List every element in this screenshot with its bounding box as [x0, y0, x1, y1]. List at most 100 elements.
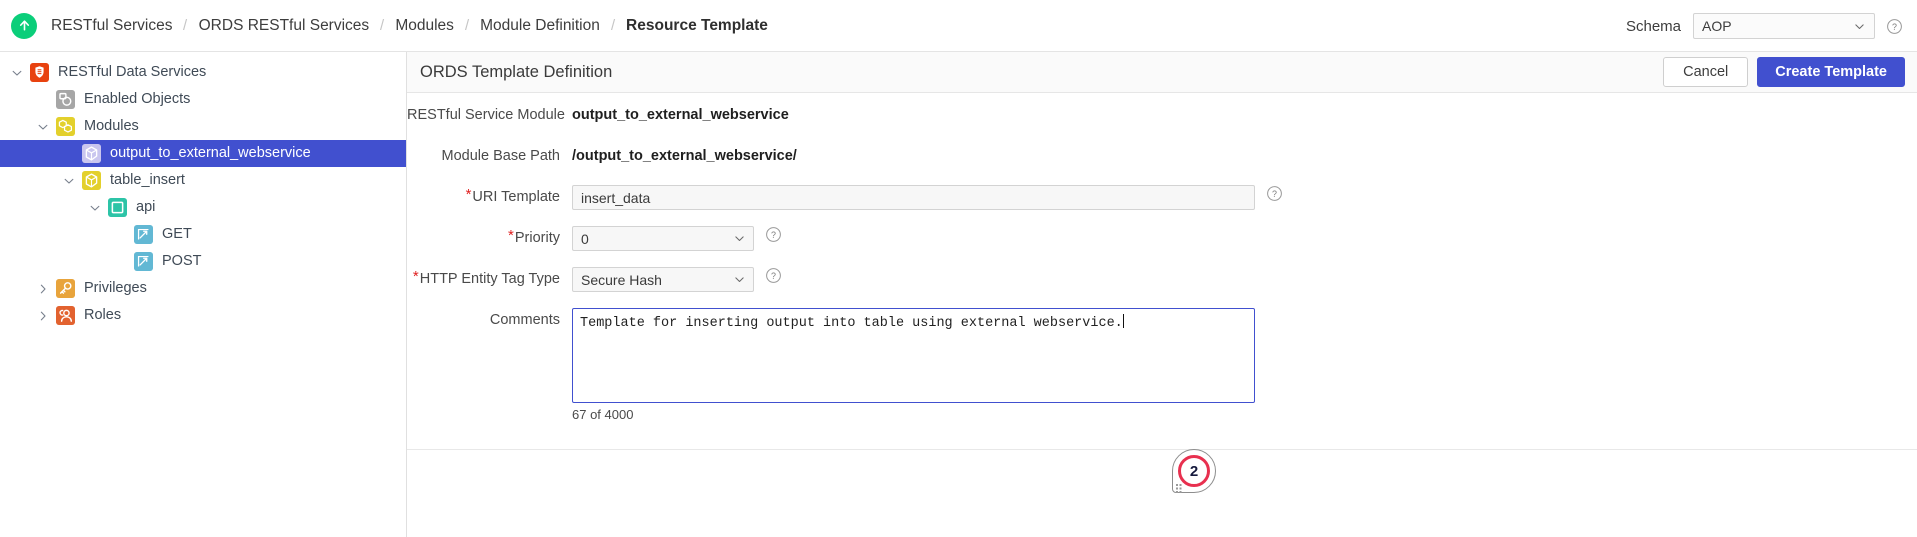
- module-cube-icon: [82, 171, 101, 190]
- breadcrumb-separator: \: [183, 17, 188, 34]
- annotation-marker-2[interactable]: 2: [1172, 449, 1216, 493]
- form-row-http-entity-tag-type: *HTTP Entity Tag Type Secure Hash ?: [407, 267, 1917, 308]
- tree-item-label: table_insert: [110, 172, 185, 189]
- help-circle-icon[interactable]: ?: [1266, 185, 1283, 202]
- ords-template-form: RESTful Service Module output_to_externa…: [407, 93, 1917, 450]
- priority-select-value: 0: [581, 230, 589, 247]
- help-circle-icon[interactable]: ?: [765, 226, 782, 243]
- breadcrumb-item-1[interactable]: ORDS RESTful Services: [197, 17, 372, 35]
- breadcrumb-item-3[interactable]: Module Definition: [478, 17, 602, 35]
- schema-select[interactable]: AOP: [1693, 13, 1875, 39]
- character-counter: 67 of 4000: [572, 407, 634, 422]
- required-asterisk: *: [412, 268, 419, 285]
- help-circle-icon[interactable]: ?: [1886, 18, 1903, 35]
- create-template-button[interactable]: Create Template: [1757, 57, 1905, 87]
- restful-data-services-icon: [30, 63, 49, 82]
- http-entity-tag-type-select[interactable]: Secure Hash: [572, 267, 754, 292]
- enabled-objects-icon: [56, 90, 75, 109]
- roles-icon: [56, 306, 75, 325]
- tree-item-roles[interactable]: Roles: [0, 302, 406, 329]
- chevron-down-icon[interactable]: [62, 174, 76, 188]
- tree-item-modules[interactable]: Modules: [0, 113, 406, 140]
- http-entity-tag-type-label: *HTTP Entity Tag Type: [407, 267, 572, 287]
- chevron-down-icon: [733, 232, 746, 245]
- tree-item-enabled-objects[interactable]: Enabled Objects: [0, 86, 406, 113]
- breadcrumb: RESTful Services \ ORDS RESTful Services…: [11, 0, 770, 51]
- chevron-down-icon[interactable]: [36, 120, 50, 134]
- restful-service-module-label: RESTful Service Module: [407, 107, 565, 123]
- navigation-tree[interactable]: RESTful Data Services Enabled Objects Modu…: [0, 52, 407, 537]
- tree-item-label: output_to_external_webservice: [110, 145, 311, 162]
- form-row-comments: Comments Template for inserting output i…: [407, 308, 1917, 422]
- svg-text:?: ?: [1892, 22, 1897, 32]
- tree-item-get[interactable]: GET: [0, 221, 406, 248]
- tree-item-label: POST: [162, 253, 202, 270]
- tree-item-label: GET: [162, 226, 192, 243]
- form-divider: [407, 449, 1917, 450]
- resource-template-icon: [108, 198, 127, 217]
- module-base-path-value: /output_to_external_webservice/: [572, 148, 797, 164]
- chevron-down-icon[interactable]: [10, 66, 24, 80]
- schema-label: Schema: [1625, 17, 1681, 35]
- module-base-path-label: Module Base Path: [441, 148, 561, 164]
- tree-item-output-to-external-webservice[interactable]: output_to_external_webservice: [0, 140, 406, 167]
- module-cube-icon: [82, 144, 101, 163]
- form-row-restful-service-module: RESTful Service Module output_to_externa…: [407, 103, 1917, 144]
- form-row-uri-template: *URI Template insert_data ?: [407, 185, 1917, 226]
- uri-template-input-value: insert_data: [581, 189, 651, 206]
- main-panel: ORDS Template Definition Cancel Create T…: [407, 52, 1917, 537]
- schema-select-value: AOP: [1702, 18, 1732, 34]
- chevron-right-icon[interactable]: [36, 282, 50, 296]
- tree-item-label: Enabled Objects: [84, 91, 191, 108]
- restful-service-module-value: output_to_external_webservice: [572, 107, 789, 123]
- comments-text: Template for inserting output into table…: [580, 316, 1123, 331]
- key-icon: [56, 279, 75, 298]
- priority-label: *Priority: [407, 226, 572, 246]
- modules-icon: [56, 117, 75, 136]
- uri-template-label: *URI Template: [407, 185, 572, 205]
- breadcrumb-item-current: Resource Template: [626, 16, 768, 34]
- priority-label-text: Priority: [514, 230, 560, 246]
- svg-text:?: ?: [771, 230, 776, 240]
- tree-item-table-insert[interactable]: table_insert: [0, 167, 406, 194]
- svg-text:?: ?: [1272, 189, 1277, 199]
- chevron-down-icon: [1853, 20, 1866, 33]
- breadcrumb-item-0[interactable]: RESTful Services: [49, 17, 174, 35]
- form-row-priority: *Priority 0 ?: [407, 226, 1917, 267]
- schema-selector-group: Schema AOP ?: [1626, 0, 1903, 52]
- uri-template-label-text: URI Template: [472, 189, 560, 205]
- required-asterisk: *: [508, 227, 514, 244]
- up-arrow-circle-icon[interactable]: [11, 12, 37, 39]
- tree-item-post[interactable]: POST: [0, 248, 406, 275]
- required-asterisk: *: [465, 186, 472, 203]
- form-row-module-base-path: Module Base Path /output_to_external_web…: [407, 144, 1917, 185]
- comments-field-wrap: Template for inserting output into table…: [572, 308, 1255, 422]
- chevron-right-icon[interactable]: [36, 309, 50, 323]
- tree-item-label: Modules: [84, 118, 139, 135]
- text-caret: [1122, 314, 1124, 328]
- panel-actions: Cancel Create Template: [1663, 57, 1905, 87]
- priority-select[interactable]: 0: [572, 226, 754, 251]
- svg-text:?: ?: [771, 271, 776, 281]
- handler-icon: [134, 252, 153, 271]
- tree-item-label: RESTful Data Services: [58, 64, 207, 81]
- chevron-down-icon: [733, 273, 746, 286]
- panel-header: ORDS Template Definition Cancel Create T…: [407, 52, 1917, 93]
- comments-label: Comments: [489, 312, 560, 328]
- comments-textarea[interactable]: Template for inserting output into table…: [572, 308, 1255, 403]
- tree-item-restful-data-services[interactable]: RESTful Data Services: [0, 59, 406, 86]
- http-entity-tag-type-value: Secure Hash: [581, 271, 662, 288]
- tree-item-privileges[interactable]: Privileges: [0, 275, 406, 302]
- chevron-down-icon[interactable]: [88, 201, 102, 215]
- resize-handle-icon[interactable]: [1240, 388, 1253, 401]
- tree-item-api[interactable]: api: [0, 194, 406, 221]
- cancel-button[interactable]: Cancel: [1663, 57, 1749, 87]
- page-title: ORDS Template Definition: [420, 62, 613, 81]
- http-entity-tag-type-label-text: HTTP Entity Tag Type: [419, 271, 560, 287]
- breadcrumb-separator: \: [610, 17, 616, 34]
- tree-item-label: Privileges: [84, 280, 147, 297]
- uri-template-input[interactable]: insert_data: [572, 185, 1255, 210]
- breadcrumb-item-2[interactable]: Modules: [393, 17, 456, 35]
- help-circle-icon[interactable]: ?: [765, 267, 782, 284]
- breadcrumb-separator: \: [464, 17, 470, 34]
